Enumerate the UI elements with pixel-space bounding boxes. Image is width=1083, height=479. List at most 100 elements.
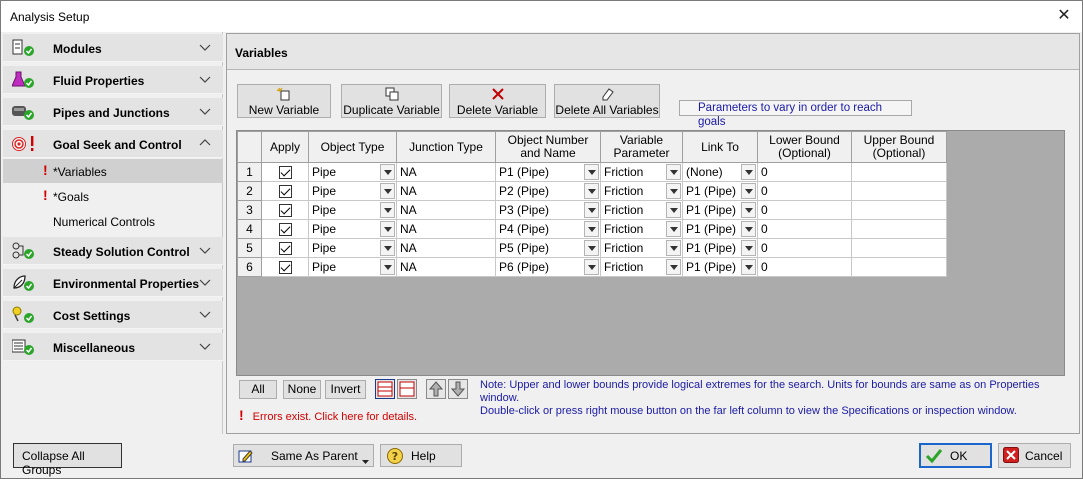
dropdown-arrow-icon[interactable]: [380, 183, 395, 199]
junction-type-header[interactable]: Junction Type: [396, 131, 496, 163]
lower-bound-cell[interactable]: 0: [757, 257, 852, 277]
sidebar-group-goal-seek-and-control[interactable]: Goal Seek and Control: [3, 130, 223, 158]
dropdown-arrow-icon[interactable]: [741, 240, 756, 256]
upper-bound-cell[interactable]: [851, 257, 947, 277]
variable-parameter-cell[interactable]: Friction: [600, 181, 683, 201]
new-variable-button[interactable]: New Variable: [237, 84, 331, 118]
table-row[interactable]: 6 Pipe NA P6 (Pipe) Friction P1 (Pipe) 0: [237, 257, 947, 277]
lower-bound-header[interactable]: Lower Bound (Optional): [757, 131, 852, 163]
junction-type-cell[interactable]: NA: [396, 257, 496, 277]
apply-cell[interactable]: [261, 219, 309, 239]
dropdown-arrow-icon[interactable]: [380, 240, 395, 256]
object-number-cell[interactable]: P3 (Pipe): [495, 200, 601, 220]
object-type-cell[interactable]: Pipe: [308, 238, 397, 258]
link-to-cell[interactable]: P1 (Pipe): [682, 181, 758, 201]
object-number-header[interactable]: Object Number and Name: [495, 131, 601, 163]
table-row[interactable]: 4 Pipe NA P4 (Pipe) Friction P1 (Pipe) 0: [237, 219, 947, 239]
row-number-cell[interactable]: 1: [237, 162, 262, 182]
errors-link[interactable]: ! Errors exist. Click here for details.: [239, 407, 417, 423]
sidebar-group-modules[interactable]: Modules: [3, 34, 223, 62]
dropdown-arrow-icon[interactable]: [584, 240, 599, 256]
sidebar-group-cost-settings[interactable]: Cost Settings: [3, 301, 223, 329]
lower-bound-cell[interactable]: 0: [757, 219, 852, 239]
upper-bound-cell[interactable]: [851, 162, 947, 182]
variable-parameter-cell[interactable]: Friction: [600, 257, 683, 277]
upper-bound-cell[interactable]: [851, 219, 947, 239]
move-down-button[interactable]: [448, 379, 468, 399]
move-up-button[interactable]: [426, 379, 446, 399]
upper-bound-header[interactable]: Upper Bound (Optional): [851, 131, 947, 163]
upper-bound-cell[interactable]: [851, 200, 947, 220]
apply-cell[interactable]: [261, 238, 309, 258]
duplicate-variable-button[interactable]: Duplicate Variable: [341, 84, 442, 118]
sidebar-item-variables[interactable]: ! *Variables: [3, 159, 223, 183]
variable-parameter-cell[interactable]: Friction: [600, 238, 683, 258]
lower-bound-cell[interactable]: 0: [757, 200, 852, 220]
dropdown-arrow-icon[interactable]: [584, 183, 599, 199]
object-number-cell[interactable]: P5 (Pipe): [495, 238, 601, 258]
show-rows-button[interactable]: [375, 379, 395, 399]
dropdown-arrow-icon[interactable]: [741, 259, 756, 275]
same-as-parent-dropdown[interactable]: Same As Parent: [233, 444, 374, 467]
lower-bound-cell[interactable]: 0: [757, 238, 852, 258]
lower-bound-cell[interactable]: 0: [757, 181, 852, 201]
dropdown-arrow-icon[interactable]: [666, 183, 681, 199]
dropdown-arrow-icon[interactable]: [584, 259, 599, 275]
table-row[interactable]: 5 Pipe NA P5 (Pipe) Friction P1 (Pipe) 0: [237, 238, 947, 258]
sidebar-group-pipes-and-junctions[interactable]: Pipes and Junctions: [3, 98, 223, 126]
apply-header[interactable]: Apply: [261, 131, 309, 163]
object-type-cell[interactable]: Pipe: [308, 257, 397, 277]
dropdown-arrow-icon[interactable]: [666, 202, 681, 218]
upper-bound-cell[interactable]: [851, 181, 947, 201]
table-row[interactable]: 1 Pipe NA P1 (Pipe) Friction (None) 0: [237, 162, 947, 182]
object-number-cell[interactable]: P6 (Pipe): [495, 257, 601, 277]
dropdown-arrow-icon[interactable]: [380, 259, 395, 275]
link-to-cell[interactable]: P1 (Pipe): [682, 200, 758, 220]
object-type-cell[interactable]: Pipe: [308, 181, 397, 201]
select-none-button[interactable]: None: [283, 380, 321, 399]
apply-cell[interactable]: [261, 181, 309, 201]
close-icon[interactable]: ✕: [1054, 6, 1074, 26]
variable-parameter-cell[interactable]: Friction: [600, 219, 683, 239]
junction-type-cell[interactable]: NA: [396, 162, 496, 182]
link-to-header[interactable]: Link To: [682, 131, 758, 163]
apply-checkbox[interactable]: [278, 166, 292, 180]
row-number-cell[interactable]: 3: [237, 200, 262, 220]
invert-selection-button[interactable]: Invert: [325, 380, 366, 399]
dropdown-arrow-icon[interactable]: [741, 183, 756, 199]
link-to-cell[interactable]: P1 (Pipe): [682, 219, 758, 239]
junction-type-cell[interactable]: NA: [396, 219, 496, 239]
apply-checkbox[interactable]: [278, 261, 292, 275]
object-type-header[interactable]: Object Type: [308, 131, 397, 163]
delete-all-variables-button[interactable]: Delete All Variables: [554, 84, 660, 118]
dropdown-arrow-icon[interactable]: [666, 164, 681, 180]
link-to-cell[interactable]: P1 (Pipe): [682, 257, 758, 277]
dropdown-arrow-icon[interactable]: [666, 240, 681, 256]
ok-button[interactable]: OK: [919, 443, 992, 468]
variable-parameter-header[interactable]: Variable Parameter: [600, 131, 683, 163]
sidebar-group-environmental-properties[interactable]: Environmental Properties: [3, 269, 223, 297]
row-number-cell[interactable]: 5: [237, 238, 262, 258]
link-to-cell[interactable]: (None): [682, 162, 758, 182]
object-type-cell[interactable]: Pipe: [308, 162, 397, 182]
dropdown-arrow-icon[interactable]: [741, 221, 756, 237]
variable-parameter-cell[interactable]: Friction: [600, 162, 683, 182]
object-number-cell[interactable]: P2 (Pipe): [495, 181, 601, 201]
link-to-cell[interactable]: P1 (Pipe): [682, 238, 758, 258]
apply-cell[interactable]: [261, 200, 309, 220]
dropdown-arrow-icon[interactable]: [741, 202, 756, 218]
apply-cell[interactable]: [261, 162, 309, 182]
dropdown-arrow-icon[interactable]: [584, 221, 599, 237]
sidebar-item-goals[interactable]: ! *Goals: [3, 184, 223, 208]
cancel-button[interactable]: Cancel: [998, 443, 1071, 468]
object-type-cell[interactable]: Pipe: [308, 219, 397, 239]
apply-checkbox[interactable]: [278, 223, 292, 237]
sidebar-item-numerical-controls[interactable]: Numerical Controls: [3, 209, 223, 233]
object-type-cell[interactable]: Pipe: [308, 200, 397, 220]
object-number-cell[interactable]: P1 (Pipe): [495, 162, 601, 182]
object-number-cell[interactable]: P4 (Pipe): [495, 219, 601, 239]
row-number-cell[interactable]: 2: [237, 181, 262, 201]
sidebar-group-miscellaneous[interactable]: Miscellaneous: [3, 333, 223, 361]
dropdown-arrow-icon[interactable]: [741, 164, 756, 180]
junction-type-cell[interactable]: NA: [396, 200, 496, 220]
